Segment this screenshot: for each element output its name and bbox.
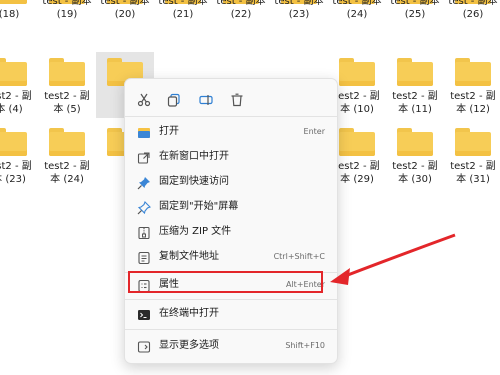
annotation-arrow (330, 233, 456, 285)
